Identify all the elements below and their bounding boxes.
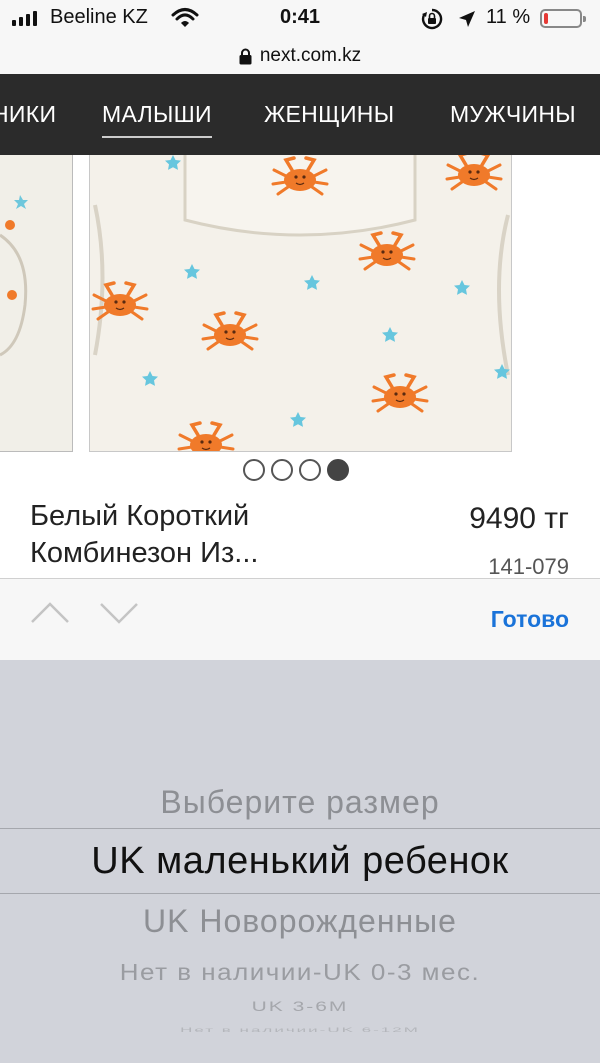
picker-option[interactable]: UK Новорожденные [0, 903, 600, 940]
keyboard-accessory-toolbar: Готово [0, 578, 600, 660]
status-bar: Beeline KZ 0:41 11 % [0, 0, 600, 38]
picker-option[interactable]: Выберите размер [0, 784, 600, 821]
nav-item-niki[interactable]: НИКИ [0, 101, 56, 128]
selection-bottom-divider [0, 893, 600, 894]
product-image-main[interactable] [89, 155, 512, 452]
category-nav: НИКИ МАЛЫШИ ЖЕНЩИНЫ МУЖЧИНЫ [0, 74, 600, 155]
rotation-lock-icon [421, 8, 443, 30]
picker-option[interactable]: Нет в наличии-UK 6-12M [0, 1027, 600, 1034]
picker-option-selected[interactable]: UK маленький ребенок [0, 840, 600, 883]
done-button[interactable]: Готово [491, 606, 569, 633]
battery-level [544, 13, 548, 24]
picker-option[interactable]: Нет в наличии-UK 0-3 мес. [0, 959, 600, 987]
chevron-up-icon[interactable] [30, 601, 70, 625]
location-arrow-icon [459, 11, 475, 27]
battery-icon [540, 9, 586, 28]
crab-print-fabric-image [91, 155, 510, 451]
nav-item-men[interactable]: МУЖЧИНЫ [450, 101, 576, 128]
pagination-dot-active[interactable] [327, 459, 349, 481]
product-title[interactable]: Белый Короткий Комбинезон Из... [30, 498, 330, 572]
nav-item-babies[interactable]: МАЛЫШИ [102, 101, 212, 138]
product-image-previous[interactable] [0, 155, 73, 452]
pagination-dot[interactable] [243, 459, 265, 481]
chevron-down-icon[interactable] [99, 601, 139, 625]
product-sku: 141-079 [488, 554, 569, 579]
crab-print-fabric-image [0, 195, 28, 357]
size-picker-wheel[interactable]: Выберите размер UK маленький ребенок UK … [0, 660, 600, 1063]
selection-top-divider [0, 828, 600, 829]
battery-percent: 11 % [486, 6, 531, 28]
product-price: 9490 тг [469, 502, 569, 535]
image-pagination [243, 459, 349, 481]
padlock-icon [239, 48, 252, 64]
pagination-dot[interactable] [271, 459, 293, 481]
url-text: next.com.kz [259, 45, 362, 66]
pagination-dot[interactable] [299, 459, 321, 481]
picker-option[interactable]: UK 3-6M [0, 999, 600, 1015]
address-bar[interactable]: next.com.kz [0, 38, 600, 74]
nav-item-women[interactable]: ЖЕНЩИНЫ [264, 101, 394, 128]
